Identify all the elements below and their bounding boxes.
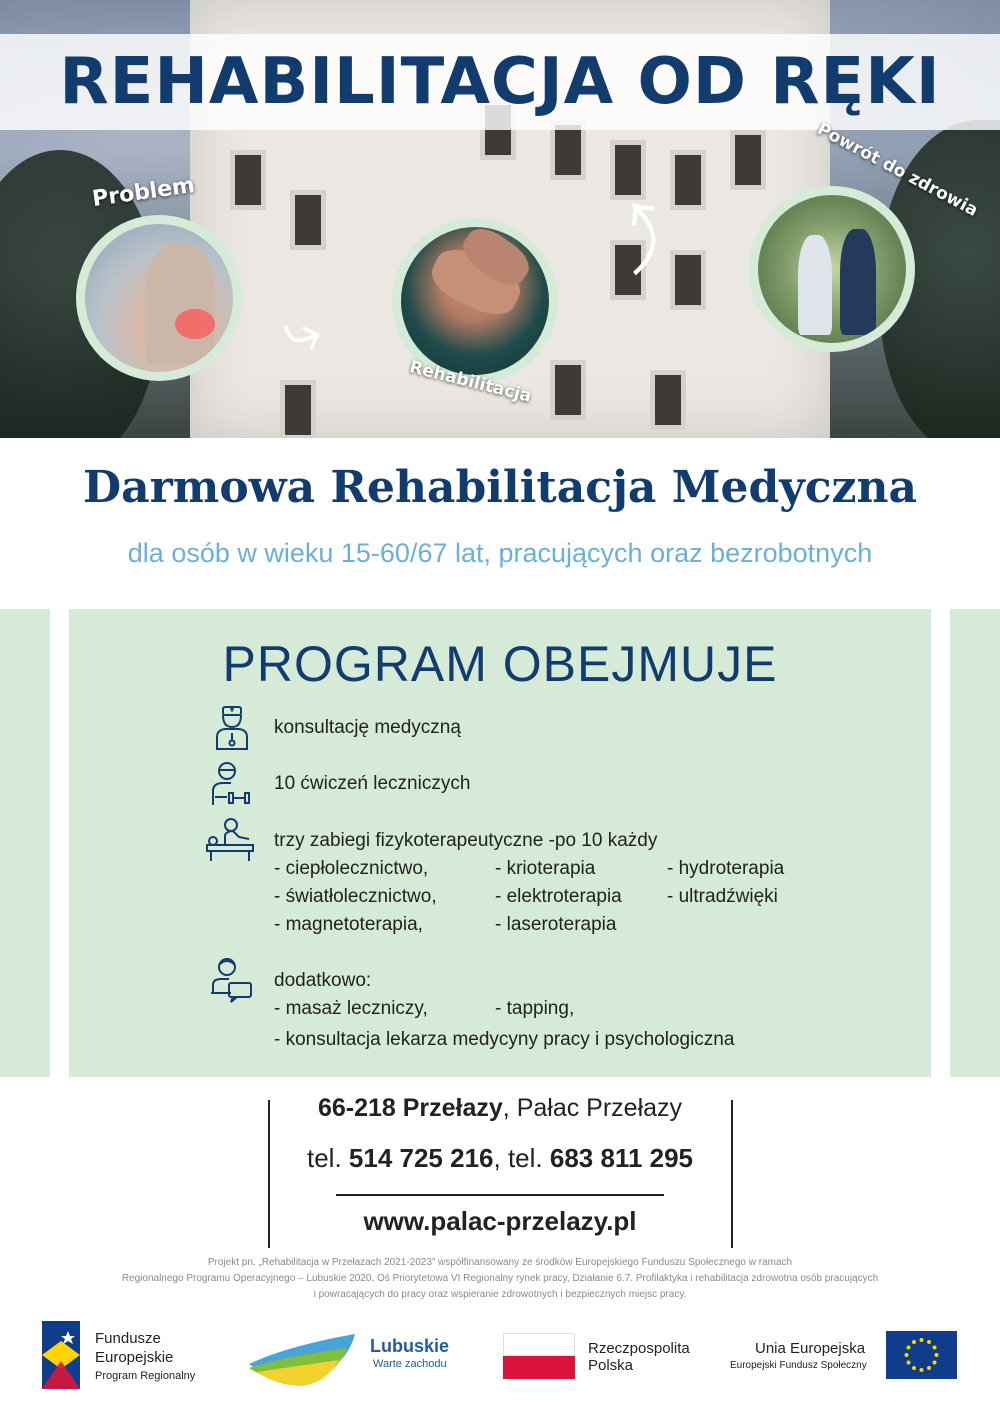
building-window — [230, 150, 266, 210]
program-title: PROGRAM OBEJMUJE — [222, 636, 778, 692]
postal-code: 66-218 Przełazy — [317, 1094, 503, 1122]
building-window — [670, 150, 706, 210]
back-pain-person — [145, 244, 215, 364]
treatment-list-item: - ciepłolecznictwo, — [274, 858, 429, 879]
eu-star — [927, 1365, 931, 1370]
pain-highlight — [175, 309, 215, 339]
program-item-text: 10 ćwiczeń leczniczych — [274, 773, 471, 794]
extra-list-item: - konsultacja lekarza medycyny pracy i p… — [274, 1029, 735, 1050]
eu-star — [912, 1340, 916, 1345]
fe-line3: Program Regionalny — [95, 1370, 196, 1382]
eu-star — [927, 1340, 931, 1345]
place-name: , Pałac Przełazy — [502, 1094, 683, 1122]
building-window — [280, 380, 316, 438]
phone-label: , tel. — [493, 1143, 550, 1173]
fundusze-europejskie-logo — [42, 1321, 80, 1389]
ue-line1: Unia Europejska — [755, 1340, 866, 1357]
phone-number-1[interactable]: 514 725 216 — [349, 1143, 494, 1173]
footnote-line: Projekt pn. „Rehabilitacja w Przełazach … — [207, 1257, 793, 1268]
treatment-list-item: - laseroterapia — [495, 914, 617, 935]
treatment-bed-icon — [206, 818, 254, 861]
building-window — [670, 250, 706, 310]
contact-separator — [336, 1194, 664, 1196]
footnote-line: i powracających do pracy oraz wspieranie… — [313, 1289, 687, 1300]
phone-number-2[interactable]: 683 811 295 — [550, 1143, 693, 1173]
website-link[interactable]: www.palac-przelazy.pl — [0, 1206, 1000, 1237]
consultation-icon — [211, 958, 252, 1003]
treatment-list-item: - hydroterapia — [667, 858, 785, 879]
exercise-icon — [212, 762, 250, 805]
recovery-photo — [749, 186, 915, 352]
building-window — [290, 190, 326, 250]
polish-flag-white — [503, 1333, 575, 1356]
rp-line1: Rzeczpospolita — [588, 1340, 690, 1357]
eu-star — [906, 1345, 911, 1350]
treatment-list-item: - krioterapia — [495, 858, 596, 879]
treatment-list-item: - elektroterapia — [495, 886, 622, 907]
extra-list-item: - masaż leczniczy, — [274, 998, 428, 1019]
treatment-list-item: - światłolecznictwo, — [274, 886, 437, 907]
eu-star — [906, 1360, 911, 1365]
program-box: PROGRAM OBEJMUJE konsultację medyczną 10… — [69, 609, 931, 1077]
ue-line2: Europejski Fundusz Społeczny — [730, 1360, 867, 1371]
phone-line: tel. 514 725 216, tel. 683 811 295 — [0, 1143, 1000, 1174]
doctor-icon — [216, 706, 248, 750]
eu-star — [919, 1338, 924, 1342]
program-item-text: trzy zabiegi fizykoterapeutyczne -po 10 … — [274, 830, 658, 851]
funding-footnote: Projekt pn. „Rehabilitacja w Przełazach … — [80, 1255, 920, 1303]
rp-line2: Polska — [588, 1357, 634, 1374]
lubuskie-logo — [249, 1334, 355, 1386]
building-window — [550, 360, 586, 420]
eu-star — [934, 1353, 939, 1357]
treatment-list-item: - ultradźwięki — [667, 886, 778, 907]
side-strip-left — [0, 609, 50, 1077]
caregiver-person — [840, 229, 876, 335]
eu-star — [919, 1368, 924, 1372]
fe-line1: Fundusze — [95, 1330, 161, 1347]
treatment-list-item: - magnetoterapia, — [274, 914, 423, 935]
extra-list-item: - tapping, — [495, 998, 575, 1019]
lubuskie-tagline: Warte zachodu — [373, 1358, 447, 1370]
lubuskie-name: Lubuskie — [370, 1336, 450, 1356]
building-window — [730, 130, 766, 190]
eu-star — [932, 1345, 937, 1350]
program-item-text: dodatkowo: — [274, 970, 372, 991]
footnote-line: Regionalnego Programu Operacyjnego – Lub… — [121, 1273, 879, 1284]
side-strip-right — [950, 609, 1000, 1077]
eu-flag-icon — [886, 1331, 957, 1379]
fe-line2: Europejskie — [95, 1349, 174, 1366]
elderly-person — [798, 235, 832, 335]
address-line: 66-218 Przełazy, Pałac Przełazy — [0, 1094, 1000, 1123]
eu-star — [912, 1365, 916, 1370]
building-window — [650, 370, 686, 430]
program-item-text: konsultację medyczną — [274, 717, 461, 738]
page-title: REHABILITACJA OD RĘKI — [59, 45, 941, 119]
headline: Darmowa Rehabilitacja Medyczna — [82, 462, 918, 513]
eu-star — [904, 1353, 909, 1357]
hero-banner: REHABILITACJA OD RĘKI Problem Rehabilita… — [0, 0, 1000, 438]
phone-label: tel. — [306, 1143, 349, 1173]
problem-photo — [76, 215, 242, 381]
polish-flag-red — [503, 1356, 575, 1379]
eligibility-subline: dla osób w wieku 15-60/67 lat, pracujący… — [127, 538, 873, 568]
eu-star — [932, 1360, 937, 1365]
